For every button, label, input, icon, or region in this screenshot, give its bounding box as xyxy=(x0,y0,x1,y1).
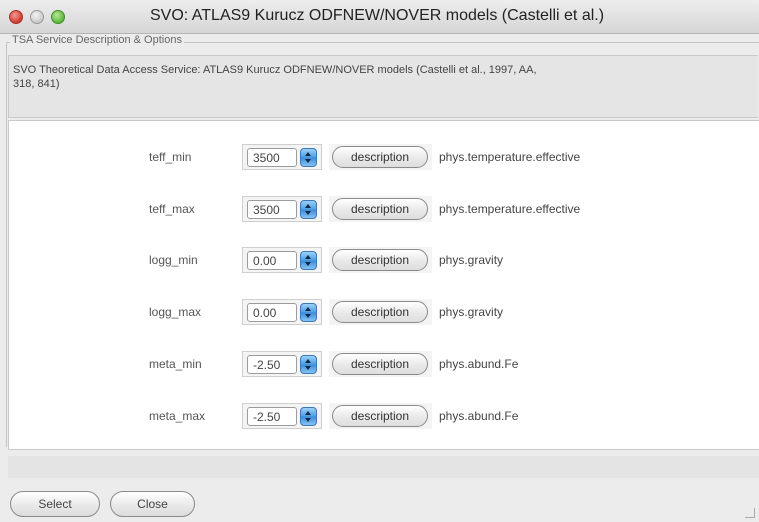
window-title: SVO: ATLAS9 Kurucz ODFNEW/NOVER models (… xyxy=(150,7,605,24)
param-label: meta_max xyxy=(149,409,206,423)
param-label: teff_max xyxy=(149,202,195,216)
value-field[interactable]: 0.00 xyxy=(247,251,297,270)
close-window-icon[interactable] xyxy=(9,10,23,24)
value-stepper: 3500 xyxy=(242,144,322,170)
value-field[interactable]: 3500 xyxy=(247,148,297,167)
description-button[interactable]: description xyxy=(332,301,428,323)
value-stepper: 0.00 xyxy=(242,299,322,325)
value-field[interactable]: -2.50 xyxy=(247,355,297,374)
stepper-arrows-icon[interactable] xyxy=(300,200,317,219)
status-strip xyxy=(8,456,759,478)
value-field[interactable]: -2.50 xyxy=(247,407,297,426)
group-legend: TSA Service Description & Options xyxy=(10,34,184,46)
value-stepper: -2.50 xyxy=(242,403,322,429)
parameters-panel: teff_min 3500 description phys.temperatu… xyxy=(8,120,759,450)
ucd-label: phys.abund.Fe xyxy=(439,357,519,371)
description-button[interactable]: description xyxy=(332,249,428,271)
value-stepper: -2.50 xyxy=(242,351,322,377)
description-button[interactable]: description xyxy=(332,405,428,427)
param-row-meta-max: meta_max -2.50 description phys.abund.Fe xyxy=(9,403,759,429)
description-button[interactable]: description xyxy=(332,146,428,168)
stepper-arrows-icon[interactable] xyxy=(300,407,317,426)
service-description: SVO Theoretical Data Access Service: ATL… xyxy=(8,55,758,118)
value-field[interactable]: 3500 xyxy=(247,200,297,219)
ucd-label: phys.gravity xyxy=(439,305,504,319)
param-row-meta-min: meta_min -2.50 description phys.abund.Fe xyxy=(9,351,759,377)
minimize-window-icon[interactable] xyxy=(30,10,44,24)
param-label: teff_min xyxy=(149,150,192,164)
ucd-label: phys.abund.Fe xyxy=(439,409,519,423)
close-button[interactable]: Close xyxy=(110,491,195,517)
ucd-label: phys.temperature.effective xyxy=(439,202,581,216)
resize-grip-icon[interactable] xyxy=(745,508,755,518)
stepper-arrows-icon[interactable] xyxy=(300,303,317,322)
ucd-label: phys.gravity xyxy=(439,253,504,267)
param-label: logg_max xyxy=(149,305,202,319)
param-label: logg_min xyxy=(149,253,198,267)
param-row-teff-min: teff_min 3500 description phys.temperatu… xyxy=(9,144,759,170)
value-stepper: 0.00 xyxy=(242,247,322,273)
title-bar[interactable]: SVO: ATLAS9 Kurucz ODFNEW/NOVER models (… xyxy=(0,0,759,34)
param-label: meta_min xyxy=(149,357,202,371)
zoom-window-icon[interactable] xyxy=(51,10,65,24)
stepper-arrows-icon[interactable] xyxy=(300,148,317,167)
value-field[interactable]: 0.00 xyxy=(247,303,297,322)
tsa-options-window: SVO: ATLAS9 Kurucz ODFNEW/NOVER models (… xyxy=(0,0,759,522)
stepper-arrows-icon[interactable] xyxy=(300,251,317,270)
description-button[interactable]: description xyxy=(332,353,428,375)
value-stepper: 3500 xyxy=(242,196,322,222)
stepper-arrows-icon[interactable] xyxy=(300,355,317,374)
param-row-teff-max: teff_max 3500 description phys.temperatu… xyxy=(9,196,759,222)
ucd-label: phys.temperature.effective xyxy=(439,150,581,164)
param-row-logg-max: logg_max 0.00 description phys.gravity xyxy=(9,299,759,325)
select-button[interactable]: Select xyxy=(10,491,100,517)
description-button[interactable]: description xyxy=(332,198,428,220)
param-row-logg-min: logg_min 0.00 description phys.gravity xyxy=(9,247,759,273)
